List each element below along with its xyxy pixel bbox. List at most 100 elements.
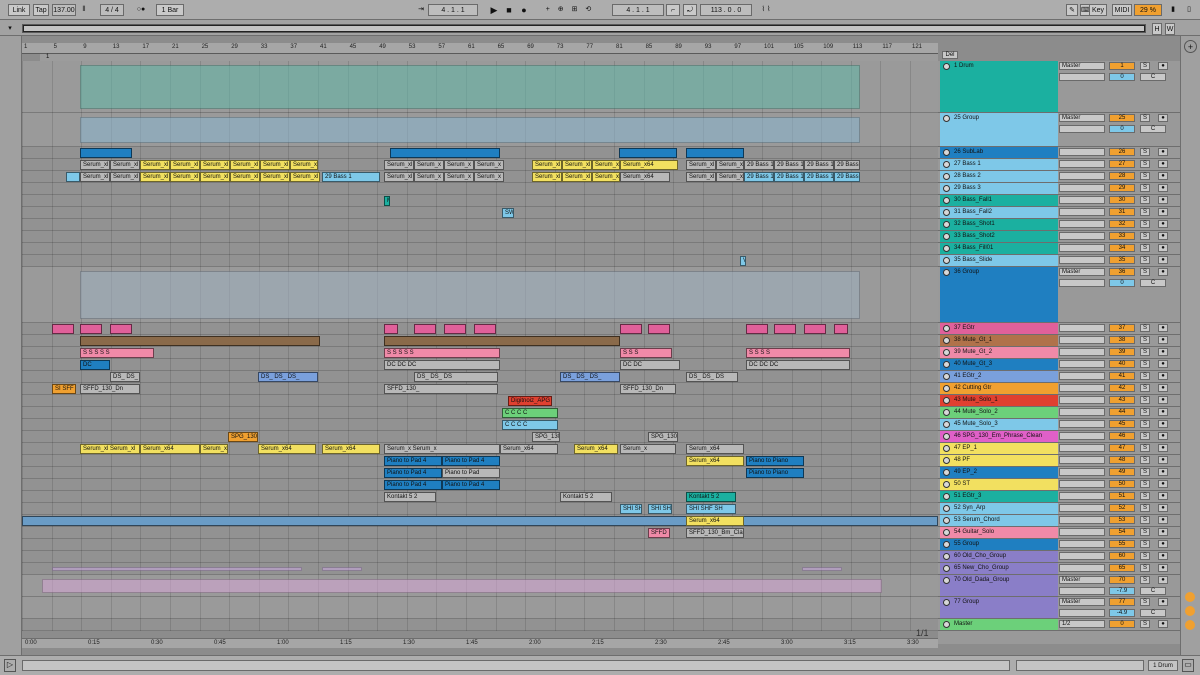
track-header[interactable]: 70 Old_Dada_Group Master 70 S ● -7.9 C [938,575,1200,597]
track-header[interactable]: 26 SubLab 26 S ● [938,147,1200,159]
clip[interactable]: Serum_xl [532,172,562,182]
track-name[interactable]: Master [940,619,1058,630]
clip[interactable]: SW [502,208,514,218]
track-header[interactable]: 32 Bass_Shot1 32 S ● [938,219,1200,231]
solo-button[interactable]: S [1140,148,1150,156]
clip[interactable]: Serum_xl [592,172,620,182]
loop-status-icon[interactable] [1185,592,1195,602]
output-routing-select[interactable] [1059,184,1105,192]
clip[interactable]: DS_ DS_ DS_ [258,372,318,382]
solo-button[interactable]: S [1140,492,1150,500]
arm-button[interactable]: ● [1158,480,1168,488]
clip[interactable] [52,324,74,334]
arm-button[interactable]: ● [1158,528,1168,536]
track-activator[interactable]: 36 [1109,268,1135,276]
track-header[interactable]: 65 New_Cho_Group 65 S ● [938,563,1200,575]
overview-viewport[interactable] [23,25,1145,32]
track-name[interactable]: 33 Bass_Shot2 [940,231,1058,242]
arm-button[interactable]: ● [1158,504,1168,512]
track-lane[interactable] [22,491,938,503]
track-name[interactable]: 55 Group [940,539,1058,550]
track-lane[interactable] [22,431,938,443]
clip[interactable]: 29 Bass [834,172,860,182]
track-name[interactable]: 28 Bass 2 [940,171,1058,182]
track-header[interactable]: 47 EP_1 47 S ● [938,443,1200,455]
stop-button[interactable]: ■ [503,4,515,16]
clip[interactable]: Piano to Piano [746,456,804,466]
clip[interactable]: DS_ DS_ DS_ [560,372,620,382]
track-name[interactable]: 48 PF [940,455,1058,466]
track-activator[interactable]: 40 [1109,360,1135,368]
arm-button[interactable]: ● [1158,62,1168,70]
track-header[interactable]: 49 EP_2 49 S ● [938,467,1200,479]
overview-strip[interactable] [22,24,1146,33]
clip[interactable]: SHI SHF SH [686,504,736,514]
loop-length-field[interactable]: 113 . 0 . 0 [700,4,752,16]
output-routing-select[interactable] [1059,408,1105,416]
solo-button[interactable]: S [1140,576,1150,584]
track-fold-icon[interactable] [943,505,950,512]
pan-center-button[interactable]: C [1140,125,1166,133]
group-clip-overview[interactable] [80,117,860,143]
arm-button[interactable]: ● [1158,432,1168,440]
clip[interactable] [648,324,670,334]
solo-button[interactable]: S [1140,620,1150,628]
output-routing-select[interactable]: Master [1059,114,1105,122]
track-activator[interactable]: 39 [1109,348,1135,356]
track-name[interactable]: 37 EGtr [940,323,1058,334]
group-clip-overview[interactable] [42,579,882,593]
clip[interactable]: Serum_xl [170,172,200,182]
track-header[interactable]: 55 Group 55 S ● [938,539,1200,551]
track-activator[interactable]: 55 [1109,540,1135,548]
track-volume[interactable]: -4.9 [1109,609,1135,617]
clip[interactable]: Piano to Pad 4 [384,468,442,478]
clip[interactable]: Serum_x64 [620,160,678,170]
track-activator[interactable]: 45 [1109,420,1135,428]
track-lane[interactable] [22,407,938,419]
output-routing-select[interactable] [1059,420,1105,428]
track-header[interactable]: 45 Mute_Solo_3 45 S ● [938,419,1200,431]
clip[interactable]: Serum_x64 [686,456,744,466]
track-fold-icon[interactable] [943,529,950,536]
track-header[interactable]: 52 Syn_Arp 52 S ● [938,503,1200,515]
arm-button[interactable]: ● [1158,552,1168,560]
arm-button[interactable]: ● [1158,196,1168,204]
clip[interactable]: Serum_x [414,172,444,182]
output-routing-select[interactable] [1059,372,1105,380]
arm-button[interactable]: ● [1158,576,1168,584]
solo-button[interactable]: S [1140,432,1150,440]
record-button[interactable]: ● [518,4,530,16]
arm-button[interactable]: ● [1158,324,1168,332]
output-routing-select[interactable]: 1/2 [1059,620,1105,628]
info-view-toggle-icon[interactable]: ▷ [4,659,16,672]
track-fold-icon[interactable] [943,115,950,122]
clip[interactable]: Piano to Pad [442,468,500,478]
arm-button[interactable]: ● [1158,516,1168,524]
arm-button[interactable]: ● [1158,220,1168,228]
clip[interactable]: 29 Bass 1 [774,160,804,170]
track-lane[interactable] [22,195,938,207]
clip[interactable]: Kontakt 5 2 [686,492,736,502]
clip[interactable] [384,336,620,346]
arm-button[interactable]: ● [1158,492,1168,500]
solo-button[interactable]: S [1140,324,1150,332]
clip[interactable] [22,516,938,526]
solo-button[interactable]: S [1140,384,1150,392]
track-lane[interactable] [22,243,938,255]
track-activator[interactable]: 52 [1109,504,1135,512]
track-activator[interactable]: 30 [1109,196,1135,204]
clip[interactable]: Serum_xl [80,160,110,170]
arm-button[interactable]: ● [1158,396,1168,404]
clip[interactable] [384,324,398,334]
clip[interactable]: S S S S S [80,348,154,358]
arm-button[interactable]: ● [1158,540,1168,548]
clip[interactable]: Serum_x64 [574,444,618,454]
output-routing-select[interactable] [1059,432,1105,440]
track-fold-icon[interactable] [943,385,950,392]
clip[interactable]: Serum_xl [290,172,320,182]
clip[interactable]: Serum_xl [562,172,592,182]
track-activator[interactable]: 48 [1109,456,1135,464]
track-activator[interactable]: 0 [1109,620,1135,628]
track-activator[interactable]: 32 [1109,220,1135,228]
nudge-icon[interactable]: ⫴ [78,4,90,16]
